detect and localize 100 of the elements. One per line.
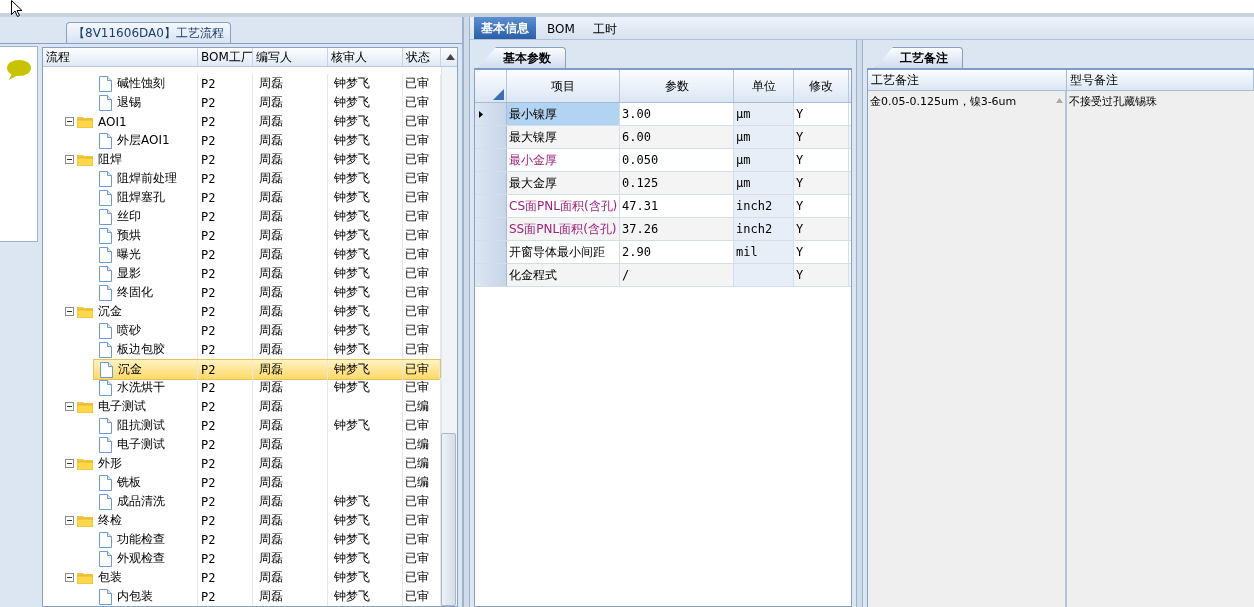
column-header[interactable]: 单位 — [734, 70, 794, 102]
table-cell: P2 — [198, 549, 253, 568]
tree-item[interactable]: 喷砂 — [43, 321, 198, 340]
tab[interactable]: BOM — [540, 19, 582, 39]
tree-item[interactable]: 预烘 — [43, 226, 198, 245]
table-cell: 钟梦飞 — [328, 150, 403, 169]
tree-item[interactable]: 终检 — [43, 511, 198, 530]
tree-item[interactable]: 外形 — [43, 454, 198, 473]
table-cell: 最大镍厚 — [507, 126, 620, 148]
table-cell: P2 — [198, 264, 253, 283]
table-cell: 周磊 — [253, 454, 328, 473]
model-note: 不接受过孔藏锡珠 — [1069, 94, 1157, 109]
process-note: 金0.05-0.125um，镍3-6um — [870, 94, 1017, 109]
tree-item[interactable]: 外观检查 — [43, 549, 198, 568]
tab[interactable]: 基本信息 — [474, 17, 536, 39]
tree-item[interactable]: 内包装 — [43, 587, 198, 606]
tree-item[interactable]: 铣板 — [43, 473, 198, 492]
table-cell: 周磊 — [253, 435, 328, 454]
table-cell: mil — [734, 241, 794, 263]
table-cell: 周磊 — [253, 74, 328, 93]
table-cell: 周磊 — [253, 169, 328, 188]
tree-item[interactable]: 电子测试 — [43, 435, 198, 454]
tree-item[interactable]: 沉金 — [116, 360, 144, 379]
tree-item[interactable]: 阻焊 — [43, 150, 198, 169]
column-header[interactable]: 修改 — [794, 70, 849, 102]
table-cell: P2 — [198, 511, 253, 530]
table-cell: 最大金厚 — [507, 172, 620, 194]
table-cell: 周磊 — [253, 568, 328, 587]
table-cell: 周磊 — [253, 112, 328, 131]
table-cell: P2 — [198, 378, 253, 397]
table-cell: Y — [794, 149, 849, 171]
tree-item[interactable]: 碱性蚀刻 — [43, 74, 198, 93]
table-cell: 最小镍厚 — [507, 103, 620, 125]
table-cell: 钟梦飞 — [328, 207, 403, 226]
table-cell: P2 — [198, 435, 253, 454]
table-cell: 钟梦飞 — [328, 169, 403, 188]
table-cell: P2 — [198, 131, 253, 150]
table-cell: P2 — [198, 226, 253, 245]
table-cell: 钟梦飞 — [328, 264, 403, 283]
table-cell: Y — [794, 241, 849, 263]
table-cell: P2 — [198, 397, 253, 416]
table-cell: 周磊 — [253, 150, 328, 169]
table-cell: P2 — [198, 492, 253, 511]
table-cell: 钟梦飞 — [328, 188, 403, 207]
table-cell: 钟梦飞 — [328, 112, 403, 131]
table-cell: 钟梦飞 — [328, 74, 403, 93]
column-header[interactable]: 流程 — [43, 48, 198, 66]
table-cell: P2 — [198, 321, 253, 340]
column-header[interactable]: 编写人 — [253, 48, 328, 66]
tree-item[interactable]: 电子测试 — [43, 397, 198, 416]
selected-row[interactable]: 沉金 P2 周磊 钟梦飞 已审 — [93, 359, 441, 380]
tree-item[interactable]: 外层AOI1 — [43, 131, 198, 150]
tree-item[interactable]: 曝光 — [43, 245, 198, 264]
tree-item[interactable]: 功能检查 — [43, 530, 198, 549]
tree-item[interactable]: 显影 — [43, 264, 198, 283]
table-cell: 周磊 — [253, 93, 328, 112]
table-cell: 周磊 — [253, 321, 328, 340]
table-cell: 周磊 — [253, 549, 328, 568]
column-header[interactable]: 参数 — [620, 70, 734, 102]
table-cell: 钟梦飞 — [328, 131, 403, 150]
table-cell: Y — [794, 126, 849, 148]
table-cell: 周磊 — [253, 473, 328, 492]
tree-item[interactable]: 丝印 — [43, 207, 198, 226]
table-cell: P2 — [198, 283, 253, 302]
tree-item[interactable]: 阻焊前处理 — [43, 169, 198, 188]
table-cell: 钟梦飞 — [328, 568, 403, 587]
column-header[interactable]: 状态 — [403, 48, 441, 66]
tree-item[interactable]: 阻抗测试 — [43, 416, 198, 435]
table-cell: 化金程式 — [507, 264, 620, 286]
column-header[interactable]: 工艺备注 — [868, 70, 1067, 90]
table-cell: 钟梦飞 — [328, 226, 403, 245]
tree-item[interactable]: 沉金 — [43, 302, 198, 321]
table-cell: P2 — [198, 74, 253, 93]
panel-tab[interactable]: 基本参数 — [478, 47, 566, 68]
table-cell: P2 — [198, 568, 253, 587]
table-cell: P2 — [198, 587, 253, 606]
table-cell: P2 — [198, 416, 253, 435]
table-cell: 周磊 — [253, 492, 328, 511]
column-header[interactable]: BOM工厂 — [198, 48, 253, 66]
tree-item[interactable]: 水洗烘干 — [43, 378, 198, 397]
column-header[interactable]: 核审人 — [328, 48, 403, 66]
tree-item[interactable]: 阻焊塞孔 — [43, 188, 198, 207]
table-cell: Y — [794, 172, 849, 194]
tab[interactable]: 工时 — [585, 19, 624, 39]
table-cell: 周磊 — [253, 587, 328, 606]
tree-item[interactable]: 包装 — [43, 568, 198, 587]
table-cell: Y — [794, 195, 849, 217]
table-cell: 钟梦飞 — [328, 549, 403, 568]
column-header[interactable]: 型号备注 — [1067, 70, 1254, 90]
tree-item[interactable]: AOI1 — [43, 112, 198, 131]
tree-item[interactable]: 终固化 — [43, 283, 198, 302]
tree-item[interactable]: 退锡 — [43, 93, 198, 112]
tree-item[interactable]: 成品清洗 — [43, 492, 198, 511]
table-cell: 周磊 — [253, 207, 328, 226]
table-cell: CS面PNL面积(含孔) — [507, 195, 620, 217]
table-cell: μm — [734, 126, 794, 148]
table-cell: 钟梦飞 — [328, 530, 403, 549]
table-cell: 钟梦飞 — [328, 93, 403, 112]
column-header[interactable]: 项目 — [507, 70, 620, 102]
panel-tab[interactable]: 工艺备注 — [875, 47, 963, 68]
